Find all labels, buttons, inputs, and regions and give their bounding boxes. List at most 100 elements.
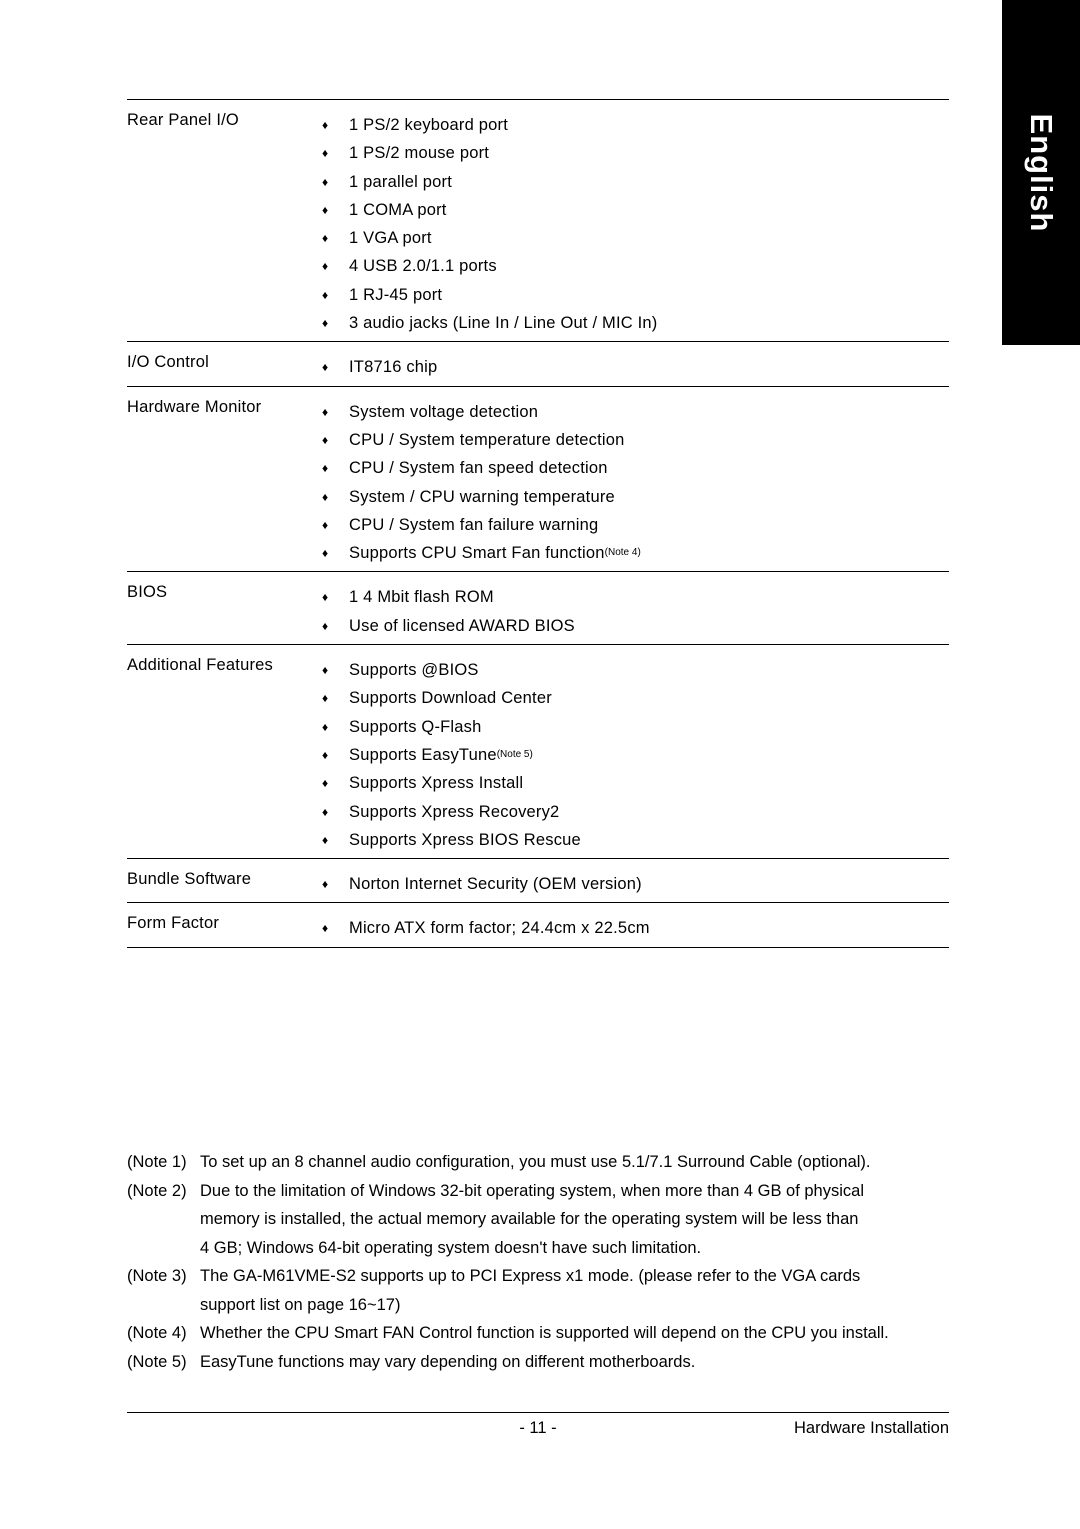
spec-item: ♦ Norton Internet Security (OEM version) — [322, 870, 949, 898]
diamond-bullet-icon: ♦ — [322, 316, 329, 331]
diamond-bullet-icon: ♦ — [322, 776, 329, 791]
footnote-text: EasyTune functions may vary depending on… — [200, 1352, 696, 1371]
diamond-bullet-icon: ♦ — [322, 877, 329, 892]
footer-page-number: - 11 - — [519, 1419, 557, 1437]
spec-item-text: Supports Xpress Recovery2 — [349, 802, 560, 821]
spec-item-text: Norton Internet Security (OEM version) — [349, 875, 642, 894]
spec-item-text: 3 audio jacks (Line In / Line Out / MIC … — [349, 314, 658, 333]
spec-item-text: Supports EasyTune — [349, 745, 497, 764]
footer-divider — [127, 1412, 949, 1413]
spec-row-items: ♦ System voltage detection ♦ CPU / System t… — [322, 386, 949, 572]
footnote-text: support list on page 16~17) — [200, 1295, 401, 1314]
footnote-text: Due to the limitation of Windows 32-bit … — [200, 1181, 864, 1200]
spec-row-items: ♦ IT8716 chip — [322, 342, 949, 386]
spec-item: ♦ Supports EasyTune (Note 5) — [322, 741, 949, 769]
spec-row-label: Hardware Monitor — [127, 397, 262, 416]
footnote-text: To set up an 8 channel audio configurati… — [200, 1153, 871, 1171]
diamond-bullet-icon: ♦ — [322, 432, 329, 447]
spec-item: ♦ System / CPU warning temperature — [322, 483, 949, 511]
spec-item: ♦ 1 VGA port — [322, 224, 949, 252]
spec-item-text: Supports Xpress BIOS Rescue — [349, 830, 581, 849]
spec-item: ♦ Supports CPU Smart Fan function (Note 4… — [322, 539, 949, 567]
diamond-bullet-icon: ♦ — [322, 921, 329, 936]
footnote-text: The GA-M61VME-S2 supports up to PCI Expr… — [200, 1267, 861, 1285]
diamond-bullet-icon: ♦ — [322, 517, 329, 532]
diamond-bullet-icon: ♦ — [322, 663, 329, 678]
spec-item: ♦ Micro ATX form factor; 24.4cm x 22.5cm — [322, 914, 949, 942]
footnote-line: 4 GB; Windows 64-bit operating system do… — [127, 1234, 957, 1263]
spec-item: ♦ Supports @BIOS — [322, 656, 949, 684]
spec-item-text: 1 parallel port — [349, 172, 452, 191]
spec-item-note-ref: (Note 4) — [604, 547, 641, 559]
english-side-tab-label: English — [1024, 113, 1059, 232]
spec-row-label: I/O Control — [127, 353, 209, 372]
footnote-line: (Note 1) To set up an 8 channel audio con… — [127, 1148, 957, 1177]
spec-item-text: 4 USB 2.0/1.1 ports — [349, 257, 497, 276]
footnote-line: (Note 3) The GA-M61VME-S2 supports up to … — [127, 1262, 957, 1291]
footnote-line: (Note 4) Whether the CPU Smart FAN Contro… — [127, 1319, 957, 1348]
diamond-bullet-icon: ♦ — [322, 546, 329, 561]
specification-table: Rear Panel I/O ♦ 1 PS/2 keyboard port ♦ 1 PS… — [127, 99, 949, 948]
spec-item-text: Micro ATX form factor; 24.4cm x 22.5cm — [349, 919, 650, 938]
spec-item: ♦ 1 PS/2 keyboard port — [322, 111, 949, 139]
spec-item-text: Supports Download Center — [349, 689, 552, 708]
footnote-line: (Note 2) Due to the limitation of Windows… — [127, 1177, 957, 1206]
spec-item-text: System / CPU warning temperature — [349, 487, 615, 506]
diamond-bullet-icon: ♦ — [322, 461, 329, 476]
spec-item: ♦ Supports Xpress BIOS Rescue — [322, 826, 949, 854]
spec-row: Rear Panel I/O ♦ 1 PS/2 keyboard port ♦ 1 PS… — [127, 99, 949, 342]
spec-item-text: Supports CPU Smart Fan function — [349, 544, 605, 563]
spec-item-text: 1 PS/2 mouse port — [349, 144, 490, 163]
footnote-line: support list on page 16~17) — [127, 1291, 957, 1320]
spec-item: ♦ 1 PS/2 mouse port — [322, 139, 949, 167]
spec-item: ♦ Supports Download Center — [322, 684, 949, 712]
diamond-bullet-icon: ♦ — [322, 747, 329, 762]
spec-item: ♦ Supports Q-Flash — [322, 713, 949, 741]
spec-item-text: Supports Xpress Install — [349, 774, 524, 793]
spec-row-items: ♦ Norton Internet Security (OEM version) — [322, 859, 949, 903]
spec-row: BIOS ♦ 1 4 Mbit flash ROM ♦ Use of licensed … — [127, 571, 949, 645]
spec-row: Hardware Monitor ♦ System voltage detectio… — [127, 386, 949, 572]
specification-table-body: Rear Panel I/O ♦ 1 PS/2 keyboard port ♦ 1 PS… — [127, 99, 949, 948]
page-footer: - 11 - Hardware Installation — [127, 1419, 949, 1438]
spec-item-text: CPU / System fan failure warning — [349, 515, 599, 534]
spec-item: ♦ CPU / System fan failure warning — [322, 511, 949, 539]
spec-item: ♦ IT8716 chip — [322, 353, 949, 381]
diamond-bullet-icon: ♦ — [322, 360, 329, 375]
spec-row: Additional Features ♦ Supports @BIOS ♦ Suppo… — [127, 644, 949, 859]
footnote-line: (Note 5) EasyTune functions may vary depe… — [127, 1348, 957, 1377]
spec-row: Bundle Software ♦ Norton Internet Security… — [127, 858, 949, 903]
diamond-bullet-icon: ♦ — [322, 259, 329, 274]
spec-row: Form Factor ♦ Micro ATX form factor; 24.4c… — [127, 902, 949, 948]
spec-row-label: Rear Panel I/O — [127, 111, 239, 129]
footnote-tag — [127, 1205, 200, 1234]
diamond-bullet-icon: ♦ — [322, 489, 329, 504]
footnote-text: memory is installed, the actual memory a… — [200, 1210, 859, 1228]
spec-row-label: Additional Features — [127, 656, 273, 675]
footnotes-block: (Note 1) To set up an 8 channel audio con… — [127, 1148, 957, 1376]
spec-item: ♦ 4 USB 2.0/1.1 ports — [322, 252, 949, 280]
diamond-bullet-icon: ♦ — [322, 146, 329, 161]
footnote-line: memory is installed, the actual memory a… — [127, 1205, 957, 1234]
spec-item-text: System voltage detection — [349, 402, 539, 421]
spec-item: ♦ Use of licensed AWARD BIOS — [322, 612, 949, 640]
spec-item-text: 1 VGA port — [349, 229, 432, 248]
diamond-bullet-icon: ♦ — [322, 590, 329, 605]
spec-item: ♦ Supports Xpress Install — [322, 769, 949, 797]
spec-item-text: CPU / System fan speed detection — [349, 459, 608, 478]
spec-row-items: ♦ 1 4 Mbit flash ROM ♦ Use of licensed AWAR… — [322, 572, 949, 645]
spec-row-items: ♦ Supports @BIOS ♦ Supports Download Center… — [322, 645, 949, 859]
spec-row-items: ♦ 1 PS/2 keyboard port ♦ 1 PS/2 mouse port ♦… — [322, 100, 949, 342]
spec-item-text: 1 PS/2 keyboard port — [349, 116, 509, 134]
spec-item-text: 1 4 Mbit flash ROM — [349, 588, 494, 607]
footnote-tag: (Note 3) — [127, 1267, 187, 1285]
spec-item-text: CPU / System temperature detection — [349, 430, 625, 449]
footnote-text: Whether the CPU Smart FAN Control functi… — [200, 1324, 889, 1342]
footnote-tag — [127, 1234, 200, 1263]
spec-row-items: ♦ Micro ATX form factor; 24.4cm x 22.5cm — [322, 902, 949, 948]
spec-item-text: Supports Q-Flash — [349, 717, 482, 736]
spec-row: I/O Control ♦ IT8716 chip — [127, 341, 949, 386]
spec-item: ♦ 1 4 Mbit flash ROM — [322, 583, 949, 611]
diamond-bullet-icon: ♦ — [322, 231, 329, 246]
spec-row-label: Form Factor — [127, 902, 322, 948]
